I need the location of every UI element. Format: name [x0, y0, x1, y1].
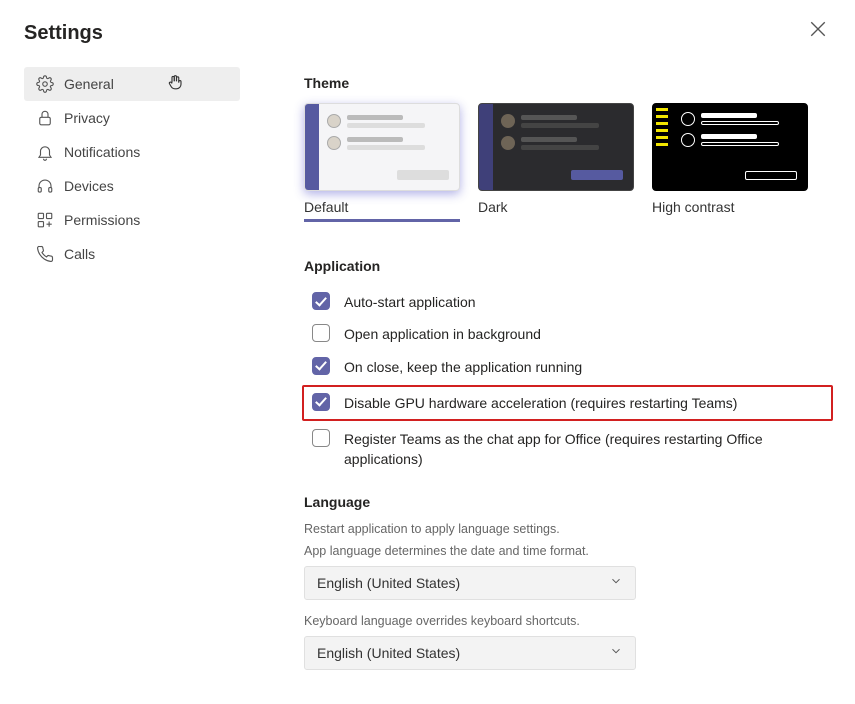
theme-option-default[interactable]: Default: [304, 103, 460, 222]
sidebar-item-notifications[interactable]: Notifications: [24, 135, 240, 169]
keyboard-language-select[interactable]: English (United States): [304, 636, 636, 670]
headset-icon: [36, 177, 54, 195]
keyboard-language-hint: Keyboard language overrides keyboard sho…: [304, 614, 831, 628]
sidebar-item-label: Calls: [64, 246, 95, 262]
option-auto-start: Auto-start application: [304, 286, 831, 318]
settings-sidebar: General Privacy Notifications: [24, 67, 240, 684]
gear-icon: [36, 75, 54, 93]
chevron-down-icon: [609, 574, 623, 591]
theme-option-high-contrast[interactable]: High contrast: [652, 103, 808, 222]
sidebar-item-privacy[interactable]: Privacy: [24, 101, 240, 135]
bell-icon: [36, 143, 54, 161]
theme-label: High contrast: [652, 199, 808, 215]
theme-section-title: Theme: [304, 75, 831, 91]
sidebar-item-devices[interactable]: Devices: [24, 169, 240, 203]
lock-icon: [36, 109, 54, 127]
cursor-hand-icon: [166, 73, 184, 91]
sidebar-item-label: Notifications: [64, 144, 140, 160]
app-language-hint: App language determines the date and tim…: [304, 544, 831, 558]
app-language-select[interactable]: English (United States): [304, 566, 636, 600]
select-value: English (United States): [317, 575, 460, 591]
page-title: Settings: [24, 22, 831, 45]
chevron-down-icon: [609, 644, 623, 661]
checkbox-label: Open application in background: [344, 324, 541, 344]
checkbox-register-chat-app[interactable]: [312, 429, 330, 447]
sidebar-item-label: Permissions: [64, 212, 140, 228]
theme-label: Dark: [478, 199, 634, 215]
phone-icon: [36, 245, 54, 263]
checkbox-auto-start[interactable]: [312, 292, 330, 310]
language-restart-hint: Restart application to apply language se…: [304, 522, 831, 536]
theme-thumb-default: [304, 103, 460, 191]
theme-thumb-dark: [478, 103, 634, 191]
sidebar-item-calls[interactable]: Calls: [24, 237, 240, 271]
sidebar-item-label: Devices: [64, 178, 114, 194]
sidebar-item-general[interactable]: General: [24, 67, 240, 101]
sidebar-item-label: General: [64, 76, 114, 92]
theme-option-dark[interactable]: Dark: [478, 103, 634, 222]
apps-icon: [36, 211, 54, 229]
checkbox-open-background[interactable]: [312, 324, 330, 342]
checkbox-keep-running[interactable]: [312, 357, 330, 375]
select-value: English (United States): [317, 645, 460, 661]
sidebar-item-label: Privacy: [64, 110, 110, 126]
checkbox-disable-gpu[interactable]: [312, 393, 330, 411]
theme-label: Default: [304, 199, 460, 215]
checkbox-label: Disable GPU hardware acceleration (requi…: [344, 393, 737, 413]
option-disable-gpu: Disable GPU hardware acceleration (requi…: [302, 385, 833, 421]
close-icon[interactable]: [809, 20, 827, 38]
language-section-title: Language: [304, 494, 831, 510]
option-keep-running: On close, keep the application running: [304, 351, 831, 383]
application-section-title: Application: [304, 258, 831, 274]
option-register-chat-app: Register Teams as the chat app for Offic…: [304, 423, 831, 476]
sidebar-item-permissions[interactable]: Permissions: [24, 203, 240, 237]
option-open-background: Open application in background: [304, 318, 831, 350]
checkbox-label: On close, keep the application running: [344, 357, 582, 377]
checkbox-label: Auto-start application: [344, 292, 476, 312]
theme-thumb-high-contrast: [652, 103, 808, 191]
checkbox-label: Register Teams as the chat app for Offic…: [344, 429, 823, 470]
